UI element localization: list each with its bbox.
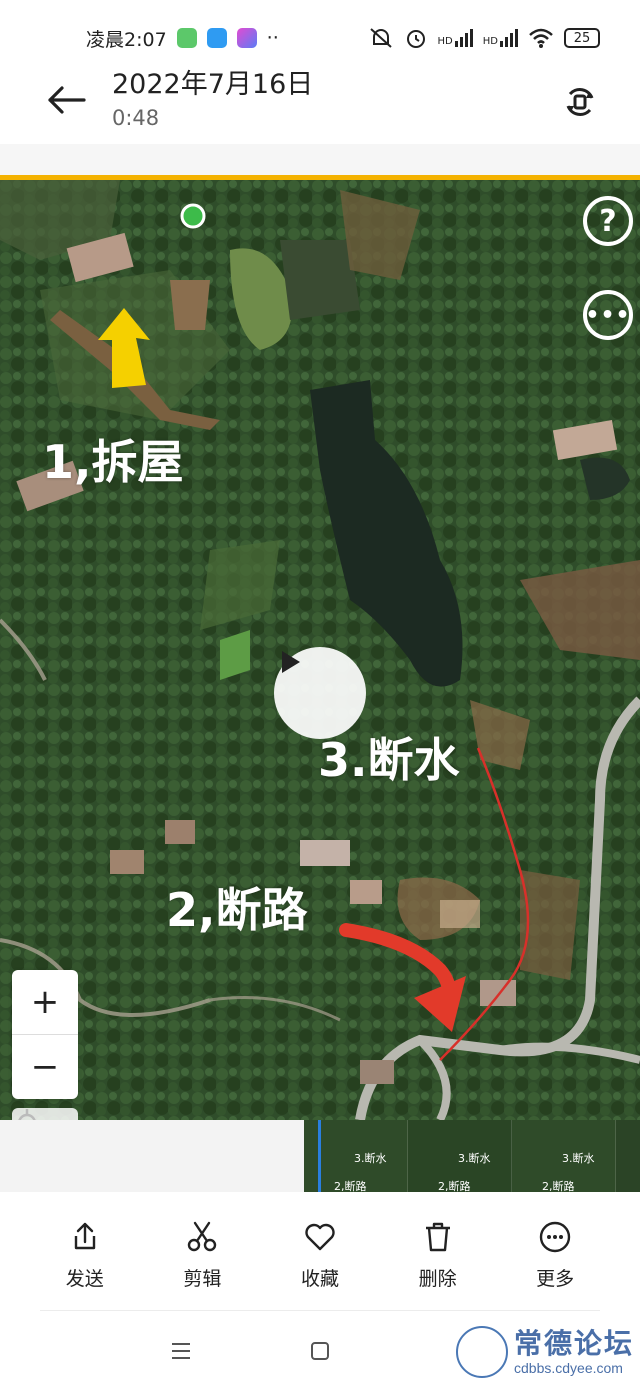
- frame-label-bottom: 2,断路: [438, 1180, 471, 1192]
- video-frame[interactable]: 1,拆屋 3.断水 2,断路 ? ••• + −: [0, 180, 640, 1120]
- frame-label-bottom: 2,断路: [542, 1180, 575, 1192]
- location-marker: [180, 203, 206, 229]
- annotation-label-1: 1,拆屋: [42, 435, 184, 489]
- more-button[interactable]: 更多: [500, 1212, 610, 1310]
- battery-icon: 25: [564, 28, 600, 48]
- annotation-label-2: 2,断路: [166, 883, 308, 937]
- bottom-action-bar: 发送 剪辑 收藏 删除 更多: [0, 1212, 640, 1310]
- video-player-page: 凌晨2:07 ·· HD HD 25 2022年7月16日 0:48 1,拆屋 …: [0, 0, 640, 1386]
- video-duration: 0:48: [112, 106, 160, 130]
- more-icon: [539, 1221, 571, 1253]
- play-icon: [282, 651, 300, 673]
- edit-button[interactable]: 剪辑: [147, 1212, 257, 1310]
- locate-button[interactable]: [12, 1108, 78, 1120]
- header-divider: [0, 144, 640, 176]
- app-notification-icon: [206, 28, 227, 48]
- alarm-icon: [406, 30, 425, 48]
- menu-icon: [172, 1343, 190, 1359]
- divider: [40, 1310, 600, 1311]
- trash-icon: [425, 1222, 450, 1252]
- status-time: 凌晨2:07: [86, 28, 167, 51]
- watermark-url: cdbbs.cdyee.com: [514, 1360, 623, 1376]
- help-button[interactable]: ?: [583, 196, 633, 246]
- forum-watermark: 常德论坛 cdbbs.cdyee.com: [456, 1322, 640, 1382]
- header: 2022年7月16日 0:48: [0, 56, 640, 144]
- more-label: 更多: [536, 1268, 575, 1290]
- video-timeline[interactable]: 3.断水 2,断路 3.断水 2,断路 3.断水 2,断路: [0, 1120, 640, 1192]
- zoom-in-button[interactable]: +: [12, 970, 78, 1034]
- locate-icon: [18, 1109, 36, 1120]
- share-label: 发送: [65, 1268, 104, 1290]
- share-icon: [74, 1222, 95, 1250]
- back-button[interactable]: [42, 76, 90, 124]
- heart-icon: [305, 1223, 335, 1251]
- favorite-button[interactable]: 收藏: [265, 1212, 375, 1310]
- app-notification-icon: [236, 28, 257, 48]
- home-nav-button[interactable]: [305, 1336, 335, 1366]
- favorite-label: 收藏: [300, 1268, 339, 1290]
- play-button[interactable]: [274, 647, 366, 739]
- delete-label: 删除: [418, 1268, 457, 1290]
- timeline-frame: 3.断水 2,断路: [512, 1120, 616, 1192]
- home-square-icon: [311, 1342, 329, 1360]
- rotate-icon: [566, 88, 594, 116]
- watermark-title: 常德论坛: [514, 1327, 635, 1360]
- map-more-button[interactable]: •••: [583, 290, 633, 340]
- zoom-controls: + −: [12, 970, 78, 1099]
- zoom-out-button[interactable]: −: [12, 1035, 78, 1099]
- signal-icon: HD: [438, 29, 473, 47]
- page-title: 2022年7月16日: [112, 69, 314, 100]
- timeline-empty-area: [0, 1120, 304, 1192]
- mute-icon: [369, 28, 392, 48]
- wifi-icon: [529, 28, 553, 48]
- frame-label-top: 3.断水: [458, 1152, 491, 1165]
- menu-nav-button[interactable]: [166, 1336, 196, 1366]
- question-icon: ?: [599, 203, 617, 239]
- edit-label: 剪辑: [183, 1268, 222, 1290]
- share-button[interactable]: 发送: [30, 1212, 140, 1310]
- signal-icon: HD: [483, 29, 518, 47]
- frame-label-top: 3.断水: [354, 1152, 387, 1165]
- delete-button[interactable]: 删除: [383, 1212, 493, 1310]
- timeline-frame: 3.断水 2,断路: [408, 1120, 512, 1192]
- playhead[interactable]: [318, 1120, 321, 1192]
- forum-logo-icon: [456, 1326, 508, 1378]
- app-notification-icon: [176, 28, 197, 48]
- scissors-icon: [188, 1221, 217, 1252]
- frame-label-bottom: 2,断路: [334, 1180, 367, 1192]
- rotate-button[interactable]: [556, 78, 604, 126]
- timeline-thumbnails[interactable]: 3.断水 2,断路 3.断水 2,断路 3.断水 2,断路: [304, 1120, 640, 1192]
- back-arrow-icon: [48, 86, 86, 114]
- frame-label-top: 3.断水: [562, 1152, 595, 1165]
- more-dots-icon: •••: [585, 302, 631, 328]
- more-notifications-icon: ··: [266, 27, 279, 49]
